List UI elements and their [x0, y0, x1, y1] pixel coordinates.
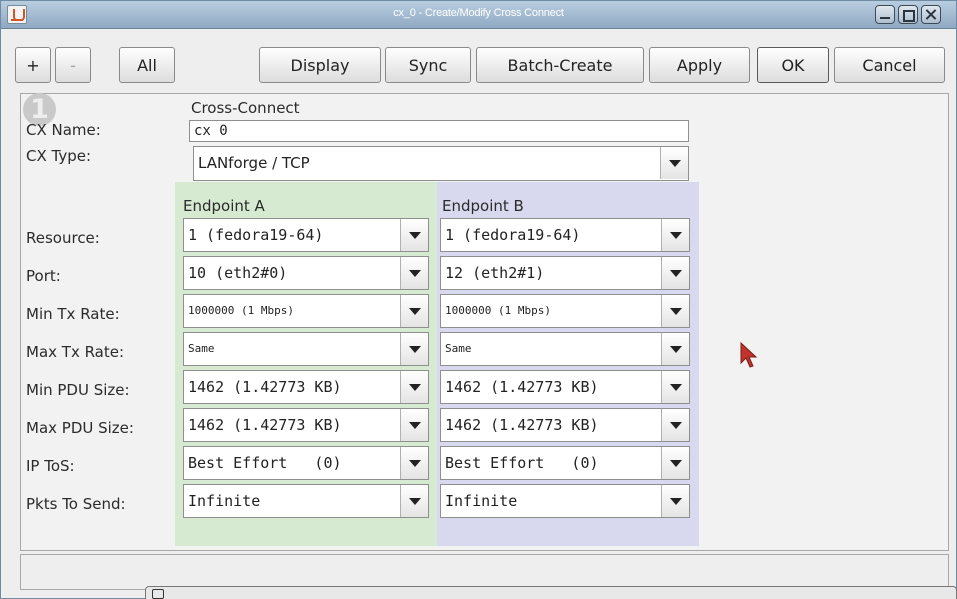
ip-tos-b-select[interactable]: Best Effort (0): [440, 446, 690, 480]
min-pdu-size-b-value: 1462 (1.42773 KB): [445, 378, 599, 396]
cx-type-value: LANforge / TCP: [198, 154, 310, 172]
port-b-value: 12 (eth2#1): [445, 264, 545, 282]
max-tx-rate-a-select[interactable]: Same: [183, 332, 429, 366]
all-button[interactable]: All: [119, 47, 175, 83]
endpoint-a-heading: Endpoint A: [183, 197, 265, 215]
batch-create-button[interactable]: Batch-Create: [476, 47, 644, 83]
display-button[interactable]: Display: [259, 47, 381, 83]
cx-name-label: CX Name:: [26, 121, 101, 139]
chevron-down-icon[interactable]: [661, 485, 689, 517]
background-window[interactable]: [145, 586, 957, 599]
chevron-down-icon[interactable]: [400, 447, 428, 479]
minimize-icon[interactable]: [875, 5, 895, 24]
chevron-down-icon[interactable]: [660, 147, 688, 179]
max-tx-rate-b-value: Same: [445, 342, 472, 355]
chevron-down-icon[interactable]: [400, 485, 428, 517]
close-icon[interactable]: [921, 5, 941, 24]
min-pdu-size-b-select[interactable]: 1462 (1.42773 KB): [440, 370, 690, 404]
toolbar: + - All Display Sync Batch-Create Apply …: [15, 47, 949, 83]
cross-connect-window: cx_0 - Create/Modify Cross Connect + - A…: [0, 0, 957, 599]
ip-tos-b-value: Best Effort (0): [445, 454, 599, 472]
max-pdu-size-label: Max PDU Size:: [26, 419, 134, 437]
port-label: Port:: [26, 267, 61, 285]
cx-type-label: CX Type:: [26, 147, 92, 165]
min-tx-rate-b-value: 1000000 (1 Mbps): [445, 304, 551, 317]
cx-type-select[interactable]: LANforge / TCP: [193, 146, 689, 181]
chevron-down-icon[interactable]: [400, 333, 428, 365]
resource-b-select[interactable]: 1 (fedora19-64): [440, 218, 690, 252]
min-tx-rate-a-value: 1000000 (1 Mbps): [188, 304, 294, 317]
max-tx-rate-b-select[interactable]: Same: [440, 332, 690, 366]
chevron-down-icon[interactable]: [661, 409, 689, 441]
max-pdu-size-a-select[interactable]: 1462 (1.42773 KB): [183, 408, 429, 442]
min-tx-rate-label: Min Tx Rate:: [26, 305, 120, 323]
pkts-to-send-a-select[interactable]: Infinite: [183, 484, 429, 518]
resource-a-select[interactable]: 1 (fedora19-64): [183, 218, 429, 252]
chevron-down-icon[interactable]: [400, 409, 428, 441]
add-button[interactable]: +: [15, 47, 51, 83]
chevron-down-icon[interactable]: [661, 257, 689, 289]
port-a-value: 10 (eth2#0): [188, 264, 288, 282]
max-pdu-size-b-value: 1462 (1.42773 KB): [445, 416, 599, 434]
ip-tos-a-value: Best Effort (0): [188, 454, 342, 472]
pkts-to-send-label: Pkts To Send:: [26, 495, 126, 513]
chevron-down-icon[interactable]: [400, 295, 428, 327]
chevron-down-icon[interactable]: [400, 219, 428, 251]
apply-button[interactable]: Apply: [649, 47, 750, 83]
port-a-select[interactable]: 10 (eth2#0): [183, 256, 429, 290]
mouse-pointer-icon: [740, 341, 758, 368]
pkts-to-send-b-select[interactable]: Infinite: [440, 484, 690, 518]
ip-tos-label: IP ToS:: [26, 457, 75, 475]
chevron-down-icon[interactable]: [661, 295, 689, 327]
remove-button[interactable]: -: [55, 47, 91, 83]
max-tx-rate-a-value: Same: [188, 342, 215, 355]
cancel-button[interactable]: Cancel: [834, 47, 945, 83]
chevron-down-icon[interactable]: [661, 371, 689, 403]
resource-label: Resource:: [26, 229, 100, 247]
min-pdu-size-label: Min PDU Size:: [26, 381, 130, 399]
min-tx-rate-b-select[interactable]: 1000000 (1 Mbps): [440, 294, 690, 328]
resource-b-value: 1 (fedora19-64): [445, 226, 581, 244]
window-title: cx_0 - Create/Modify Cross Connect: [393, 7, 564, 19]
max-pdu-size-a-value: 1462 (1.42773 KB): [188, 416, 342, 434]
chevron-down-icon[interactable]: [400, 257, 428, 289]
min-pdu-size-a-value: 1462 (1.42773 KB): [188, 378, 342, 396]
min-pdu-size-a-select[interactable]: 1462 (1.42773 KB): [183, 370, 429, 404]
min-tx-rate-a-select[interactable]: 1000000 (1 Mbps): [183, 294, 429, 328]
max-tx-rate-label: Max Tx Rate:: [26, 343, 125, 361]
status-bar: [20, 554, 949, 590]
chevron-down-icon[interactable]: [661, 447, 689, 479]
ok-button[interactable]: OK: [757, 47, 829, 83]
section-label: Cross-Connect: [191, 99, 300, 117]
title-bar[interactable]: cx_0 - Create/Modify Cross Connect: [1, 1, 956, 29]
cx-name-input[interactable]: cx 0: [189, 120, 689, 142]
chevron-down-icon[interactable]: [400, 371, 428, 403]
resource-a-value: 1 (fedora19-64): [188, 226, 324, 244]
pkts-to-send-b-value: Infinite: [445, 492, 518, 510]
endpoint-b-heading: Endpoint B: [442, 197, 524, 215]
max-pdu-size-b-select[interactable]: 1462 (1.42773 KB): [440, 408, 690, 442]
chevron-down-icon[interactable]: [661, 333, 689, 365]
window-icon: [152, 589, 164, 599]
sync-button[interactable]: Sync: [385, 47, 471, 83]
chevron-down-icon[interactable]: [661, 219, 689, 251]
pkts-to-send-a-value: Infinite: [188, 492, 261, 510]
port-b-select[interactable]: 12 (eth2#1): [440, 256, 690, 290]
ip-tos-a-select[interactable]: Best Effort (0): [183, 446, 429, 480]
maximize-icon[interactable]: [898, 5, 918, 24]
